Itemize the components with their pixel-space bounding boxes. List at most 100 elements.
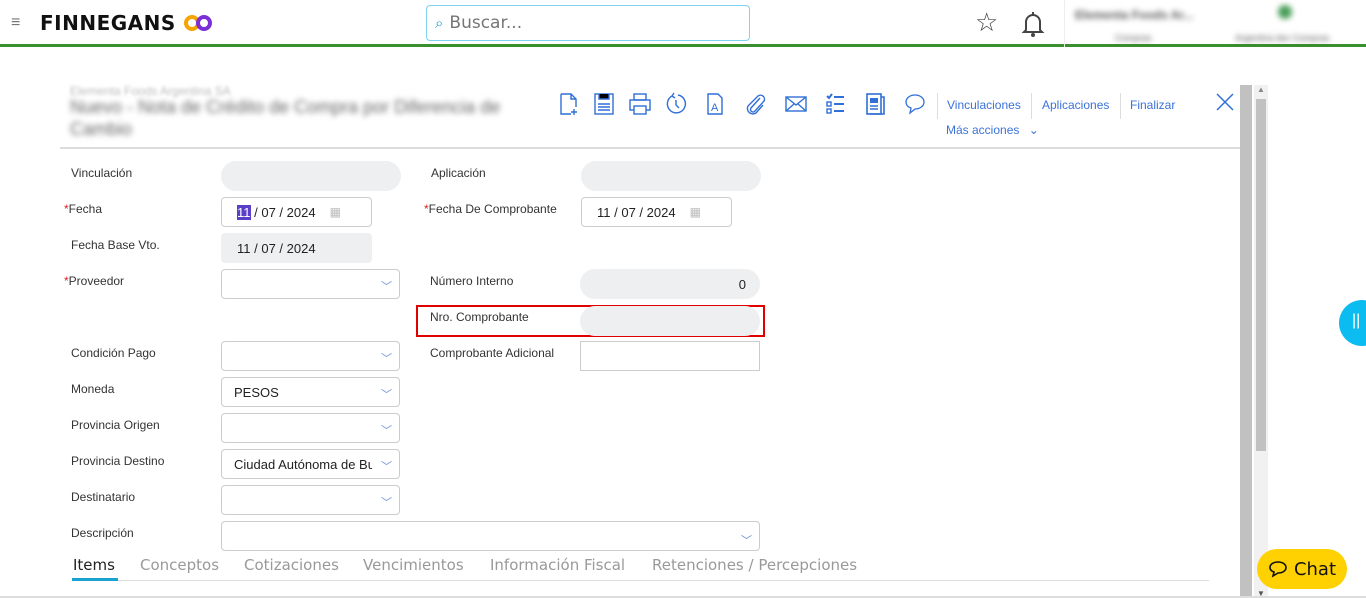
- nro-comprobante-label: Nro. Comprobante: [430, 310, 529, 324]
- destinatario-label: Destinatario: [71, 490, 136, 504]
- scrollbar-thumb[interactable]: [1256, 99, 1266, 451]
- side-panel-toggle[interactable]: ||: [1339, 300, 1366, 346]
- vinculacion-label: Vinculación: [71, 166, 133, 180]
- tab-conceptos[interactable]: Conceptos: [140, 556, 219, 574]
- descripcion-label: Descripción: [71, 526, 134, 540]
- nro-comprobante-field[interactable]: [580, 306, 760, 336]
- fecha-comprobante-date-input[interactable]: 11 / 07 / 2024 ▦: [581, 197, 732, 227]
- destinatario-select[interactable]: ﹀: [221, 485, 400, 515]
- provincia-destino-label: Provincia Destino: [71, 454, 165, 468]
- year[interactable]: 2024: [647, 205, 676, 220]
- tab-cotizaciones[interactable]: Cotizaciones: [244, 556, 339, 574]
- checklist-icon[interactable]: [824, 92, 848, 116]
- print-icon[interactable]: [628, 92, 652, 116]
- proveedor-label-text: Proveedor: [68, 274, 125, 288]
- scrollbar[interactable]: ▲ ▼: [1254, 85, 1268, 598]
- aplicacion-label: Aplicación: [431, 166, 486, 180]
- comprobante-adicional-input[interactable]: [580, 341, 760, 371]
- toolbar-divider: [60, 147, 1240, 149]
- fecha-month[interactable]: 07: [261, 205, 275, 220]
- moneda-label: Moneda: [71, 382, 115, 396]
- brand-name: FINNEGANS: [40, 11, 176, 35]
- year: 2024: [286, 240, 316, 256]
- favorites-star-icon[interactable]: ☆: [975, 7, 998, 38]
- close-icon[interactable]: [1216, 93, 1234, 111]
- provincia-origen-label: Provincia Origen: [71, 418, 160, 432]
- brand-infinity-icon: [184, 15, 213, 31]
- history-icon[interactable]: [664, 92, 688, 116]
- hamburger-menu-icon[interactable]: ≡: [11, 14, 20, 32]
- fecha-label: *Fecha: [64, 202, 102, 216]
- brand-logo[interactable]: FINNEGANS: [40, 11, 213, 35]
- condicion-pago-select[interactable]: ﹀: [221, 341, 400, 371]
- expand-icon[interactable]: ﹀: [741, 532, 753, 547]
- company-selector[interactable]: Elementa Foods Ar...: [1075, 8, 1193, 22]
- day: 11: [237, 240, 251, 256]
- divider: [1064, 0, 1065, 47]
- chevron-down-icon: ﹀: [381, 389, 392, 401]
- fecha-label-text: Fecha: [68, 202, 103, 216]
- chat-label: Chat: [1293, 558, 1337, 580]
- calendar-icon[interactable]: ▦: [330, 205, 341, 219]
- value: PESOS: [234, 384, 279, 400]
- divider: [937, 93, 938, 119]
- moneda-select[interactable]: PESOS ﹀: [221, 377, 400, 407]
- provincia-origen-select[interactable]: ﹀: [221, 413, 400, 443]
- descripcion-input[interactable]: ﹀: [221, 521, 760, 551]
- finalizar-link[interactable]: Finalizar: [1130, 98, 1175, 112]
- divider: [1120, 93, 1121, 119]
- chevron-down-icon: ﹀: [381, 461, 392, 473]
- mas-acciones-dropdown[interactable]: Más acciones ⌄: [946, 123, 1039, 137]
- fecha-comprobante-label-text: Fecha De Comprobante: [428, 202, 557, 216]
- top-header: ≡ FINNEGANS ⌕ ☆ Elementa Foods Ar... Com…: [0, 0, 1366, 47]
- scroll-up-icon[interactable]: ▲: [1257, 85, 1265, 94]
- month: 07: [261, 240, 276, 256]
- chat-button[interactable]: Chat: [1257, 549, 1347, 589]
- save-icon[interactable]: [592, 92, 616, 116]
- email-icon[interactable]: [784, 92, 808, 116]
- aplicacion-field: [581, 161, 761, 191]
- attach-icon[interactable]: [743, 92, 767, 116]
- search-input[interactable]: [449, 13, 730, 33]
- provincia-destino-select[interactable]: Ciudad Autónoma de Bu ﹀: [221, 449, 400, 479]
- fecha-day[interactable]: 11: [237, 204, 251, 220]
- tab-informacion-fiscal[interactable]: Información Fiscal: [490, 556, 625, 574]
- numero-interno-label: Número Interno: [430, 274, 514, 288]
- notifications-bell-icon[interactable]: [1021, 10, 1045, 38]
- divider: [1031, 93, 1032, 119]
- svg-text:A: A: [711, 102, 719, 114]
- proveedor-select[interactable]: ﹀: [221, 269, 400, 299]
- fecha-date-input[interactable]: 11 / 07 / 2024 ▦: [221, 197, 372, 227]
- chevron-down-icon: ﹀: [381, 281, 392, 293]
- fecha-comprobante-label: *Fecha De Comprobante: [424, 202, 557, 216]
- vinculacion-field: [221, 161, 401, 191]
- aplicaciones-link[interactable]: Aplicaciones: [1042, 98, 1109, 112]
- user-avatar[interactable]: [1278, 5, 1292, 19]
- report-icon[interactable]: [863, 92, 887, 116]
- tab-retenciones-percepciones[interactable]: Retenciones / Percepciones: [652, 556, 857, 574]
- vinculaciones-link[interactable]: Vinculaciones: [947, 98, 1021, 112]
- tab-vencimientos[interactable]: Vencimientos: [363, 556, 464, 574]
- chevron-down-icon: ﹀: [381, 353, 392, 365]
- fecha-base-label: Fecha Base Vto.: [71, 238, 160, 252]
- tab-items[interactable]: Items: [73, 556, 115, 574]
- fecha-base-field: 11 / 07 / 2024: [221, 233, 372, 263]
- new-document-icon[interactable]: [557, 92, 581, 116]
- page-title: Nuevo - Nota de Crédito de Compra por Di…: [70, 97, 501, 139]
- comment-icon[interactable]: [903, 92, 927, 116]
- chat-bubble-icon: [1269, 561, 1287, 578]
- side-gutter: [1240, 85, 1252, 598]
- environment-selector[interactable]: Argentina dev Compras: [1235, 33, 1330, 43]
- day[interactable]: 11: [597, 205, 611, 220]
- active-tab-indicator: [72, 578, 118, 581]
- text-document-icon[interactable]: A: [703, 92, 727, 116]
- chevron-down-icon: ﹀: [381, 425, 392, 437]
- value: Ciudad Autónoma de Bu: [234, 456, 372, 472]
- fecha-year[interactable]: 2024: [287, 205, 316, 220]
- module-selector[interactable]: Compras: [1115, 33, 1152, 43]
- month[interactable]: 07: [621, 205, 635, 220]
- proveedor-label: *Proveedor: [64, 274, 124, 288]
- search-box[interactable]: ⌕: [426, 5, 750, 41]
- calendar-icon[interactable]: ▦: [690, 205, 701, 219]
- search-icon: ⌕: [435, 14, 444, 32]
